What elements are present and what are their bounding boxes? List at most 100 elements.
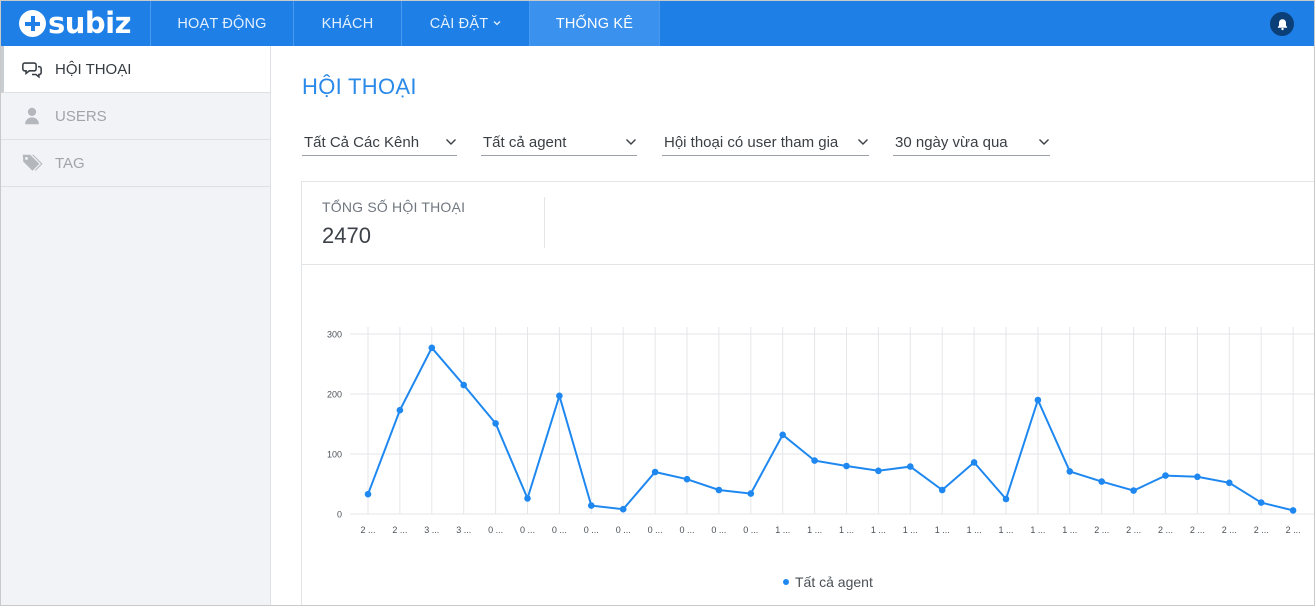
x-tick-label: 1 ... [1030,525,1045,535]
data-point [875,467,882,475]
x-tick-label: 2 ... [1126,525,1141,535]
filter-value: Tất Cả Các Kênh [304,133,420,151]
data-point [524,495,531,502]
x-tick-label: 1 ... [1062,525,1077,535]
data-point [1226,479,1233,487]
x-tick-label: 0 ... [616,525,631,535]
x-tick-label: 1 ... [967,525,982,535]
app-window: subiz HOẠT ĐỘNG KHÁCH CÀI ĐẶT THỐNG KÊ H… [0,0,1315,606]
data-point [970,459,978,466]
x-tick-label: 3 ... [424,525,439,535]
x-tick-label: 1 ... [998,525,1013,535]
x-tick-label: 2 ... [1286,525,1301,535]
chevron-down-icon [1038,138,1050,146]
chevron-down-icon [445,138,457,146]
x-tick-label: 2 ... [1094,525,1109,535]
bell-icon[interactable] [1270,12,1294,36]
legend-marker [783,579,789,585]
data-point [396,406,404,414]
sidebar-item-hoi-thoai[interactable]: HỘI THOẠI [1,46,270,93]
filter-value: 30 ngày vừa qua [895,133,1008,151]
data-point [651,468,659,476]
data-point [1194,473,1201,481]
sidebar-item-label: USERS [55,107,107,125]
x-tick-label: 0 ... [711,525,726,535]
data-point [588,502,595,509]
data-point [556,392,563,400]
filter-value: Hội thoại có user tham gia [664,133,839,151]
x-tick-label: 0 ... [648,525,663,535]
sidebar-item-tag[interactable]: TAG [1,140,270,187]
data-point [747,490,755,497]
data-point [1034,396,1042,404]
sidebar-item-label: HỘI THOẠI [55,60,132,78]
data-point [1289,507,1297,514]
data-point [619,505,627,513]
data-point [843,462,850,470]
data-point [1002,495,1010,503]
x-tick-label: 0 ... [552,525,567,535]
x-tick-label: 0 ... [679,525,694,535]
top-navigation-bar: subiz HOẠT ĐỘNG KHÁCH CÀI ĐẶT THỐNG KÊ [1,1,1314,46]
x-tick-label: 0 ... [743,525,758,535]
x-tick-label: 1 ... [935,525,950,535]
statistics-card: TỔNG SỐ HỘI THOẠI 2470 0 100 200 300 2 ... 2 … [301,181,1314,605]
chart-legend[interactable]: Tất cả agent [783,574,873,590]
data-point [1257,499,1265,506]
data-point [1098,478,1105,485]
x-tick-label: 1 ... [839,525,854,535]
data-point [1130,487,1137,494]
x-tick-label: 0 ... [584,525,599,535]
conversations-line-chart: 0 100 200 300 2 ... 2 ... 3 ... 3 ... 0 ... 0 ...… [327,327,1314,535]
subiz-logo[interactable]: subiz [1,1,151,46]
channel-filter-select[interactable]: Tất Cả Các Kênh [302,129,457,156]
nav-label: THỐNG KÊ [555,15,634,32]
nav-thong-ke[interactable]: THỐNG KÊ [530,1,660,46]
data-point [492,420,499,427]
y-tick-label: 200 [327,390,342,400]
data-point [938,486,946,494]
user-icon [21,105,43,127]
x-tick-label: 1 ... [775,525,790,535]
data-point [364,490,372,498]
data-point [715,486,723,494]
x-tick-label: 2 ... [1222,525,1237,535]
x-tick-label: 2 ... [392,525,407,535]
nav-cai-dat[interactable]: CÀI ĐẶT [402,1,530,46]
data-point [779,431,786,439]
x-tick-label: 1 ... [871,525,886,535]
nav-label: HOẠT ĐỘNG [177,15,267,32]
agent-filter-select[interactable]: Tất cả agent [481,129,637,156]
tags-icon [21,152,43,174]
y-tick-label: 0 [337,510,342,520]
logo-text: subiz [48,6,132,40]
data-point [460,381,467,389]
nav-label: CÀI ĐẶT [429,15,489,32]
nav-label: KHÁCH [321,15,374,32]
chat-bubbles-icon [21,58,43,80]
sidebar-item-label: TAG [55,154,85,172]
sidebar-item-users[interactable]: USERS [1,93,270,140]
date-range-filter-select[interactable]: 30 ngày vừa qua [893,129,1050,156]
x-tick-label: 0 ... [520,525,535,535]
main-content: HỘI THOẠI Tất Cả Các Kênh Tất cả agent H… [271,46,1314,605]
data-point [428,344,436,352]
x-tick-label: 1 ... [903,525,918,535]
data-point [1162,472,1169,479]
nav-khach[interactable]: KHÁCH [294,1,402,46]
x-tick-label: 2 ... [1158,525,1173,535]
chevron-down-icon [625,138,637,146]
y-tick-label: 300 [327,330,342,340]
logo-plus-icon [19,10,46,37]
x-tick-label: 1 ... [807,525,822,535]
x-tick-label: 2 ... [360,525,375,535]
data-point [811,457,818,464]
sidebar: HỘI THOẠI USERS TAG [1,46,271,605]
page-title: HỘI THOẠI [302,74,417,99]
x-tick-label: 3 ... [456,525,471,535]
x-tick-label: 2 ... [1254,525,1269,535]
conversation-type-filter-select[interactable]: Hội thoại có user tham gia [662,129,869,156]
legend-label: Tất cả agent [795,574,873,590]
data-point [907,463,914,470]
nav-hoat-dong[interactable]: HOẠT ĐỘNG [151,1,294,46]
